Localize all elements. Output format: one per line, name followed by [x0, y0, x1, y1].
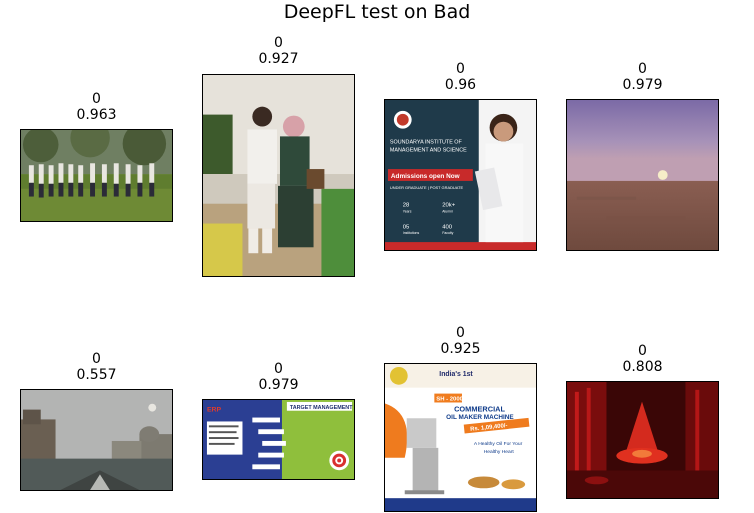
- panel-5-image: [20, 389, 173, 491]
- panel-7-label: 0: [456, 325, 465, 341]
- oil-headline-2: OIL MAKER MACHINE: [446, 414, 514, 421]
- panel-6-caption: 0 0.979: [202, 361, 355, 393]
- panel-7-image: India's 1st SH - 2000 COMMERCIAL OIL MAK…: [384, 363, 537, 512]
- ad-stat-4-label: Faculty: [442, 231, 453, 235]
- oil-tagline-1: A Healthy Oil For Your: [474, 441, 523, 447]
- panel-2-caption: 0 0.927: [202, 35, 355, 67]
- ad-stat-2: 20k+: [442, 203, 456, 209]
- oil-headline-1: COMMERCIAL: [454, 404, 505, 413]
- panel-7-caption: 0 0.925: [384, 325, 537, 357]
- panel-1-label: 0: [92, 91, 101, 107]
- panel-4-caption: 0 0.979: [566, 61, 719, 93]
- oil-tag: India's 1st: [439, 371, 473, 378]
- ad-stat-1: 28: [403, 203, 410, 209]
- panel-8-score: 0.808: [622, 359, 663, 375]
- panel-3-score: 0.96: [444, 77, 477, 93]
- ad-sub: UNDER GRADUATE | POST GRADUATE: [390, 185, 464, 190]
- panel-1-image: [20, 129, 173, 222]
- figure-title: DeepFL test on Bad: [283, 1, 471, 23]
- panel-5-label: 0: [92, 351, 101, 367]
- panel-4-score: 0.979: [622, 77, 663, 93]
- panel-8-caption: 0 0.808: [566, 343, 719, 375]
- oil-tagline-2: Healthy Heart: [484, 449, 515, 455]
- panel-2-score: 0.927: [258, 51, 299, 67]
- panel-3-caption: 0 0.96: [384, 61, 537, 93]
- panel-5-caption: 0 0.557: [20, 351, 173, 383]
- panel-8-image: [566, 381, 719, 499]
- ad-stat-2-label: Alumni: [442, 210, 453, 214]
- oil-model: SH - 2000: [436, 397, 463, 403]
- panel-6-score: 0.979: [258, 377, 299, 393]
- ad-banner: Admissions open Now: [391, 173, 460, 180]
- panel-2-image: [202, 74, 355, 277]
- panel-1-score: 0.963: [76, 107, 117, 123]
- ad-stat-3: 05: [403, 224, 410, 230]
- panel-2-label: 0: [274, 35, 283, 51]
- panel-3-label: 0: [456, 61, 465, 77]
- ad-school-line2: MANAGEMENT AND SCIENCE: [390, 147, 467, 153]
- panel-6-label: 0: [274, 361, 283, 377]
- panel-8-label: 0: [638, 343, 647, 359]
- panel-7-score: 0.925: [440, 341, 481, 357]
- ad-stat-1-label: Years: [403, 210, 412, 214]
- panel-1-caption: 0 0.963: [20, 91, 173, 123]
- tm-logo: ERP: [207, 407, 222, 414]
- ad-stat-4: 400: [442, 224, 453, 230]
- panel-6-image: TARGET MANAGEMENT ERP: [202, 399, 355, 480]
- panel-4-label: 0: [638, 61, 647, 77]
- panel-3-image: SOUNDARYA INSTITUTE OF MANAGEMENT AND SC…: [384, 99, 537, 251]
- ad-stat-3-label: Institutions: [403, 231, 420, 235]
- ad-school-line1: SOUNDARYA INSTITUTE OF: [390, 139, 463, 145]
- panel-5-score: 0.557: [76, 367, 117, 383]
- tm-heading: TARGET MANAGEMENT: [290, 405, 353, 411]
- panel-4-image: [566, 99, 719, 251]
